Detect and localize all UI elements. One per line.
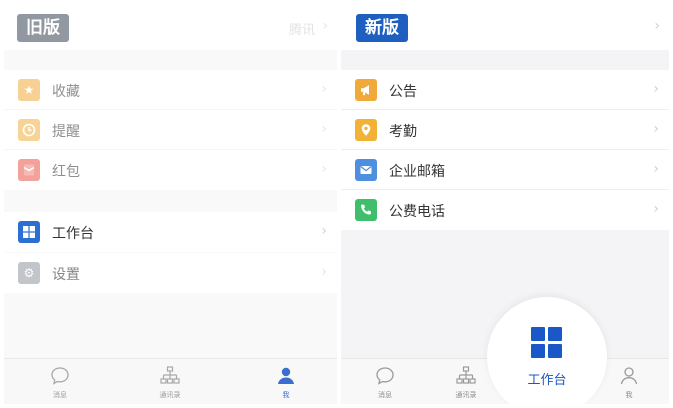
menu-item-red-packet[interactable]: 红包 › <box>4 150 337 190</box>
grid-icon <box>18 221 40 243</box>
phone-icon <box>355 199 377 221</box>
menu-item-favorites[interactable]: ★ 收藏 › <box>4 70 337 110</box>
tab-me[interactable]: 我 <box>256 365 316 400</box>
new-version-badge: 新版 <box>356 14 408 42</box>
old-menu-group-2: 工作台 › <box>4 212 337 252</box>
chevron-right-icon: › <box>653 201 659 217</box>
clock-icon <box>18 119 40 141</box>
location-pin-icon <box>355 119 377 141</box>
old-version-badge: 旧版 <box>17 14 69 42</box>
chevron-right-icon: › <box>321 264 327 280</box>
comparison-frame: 旧版 腾讯 › ★ 收藏 › 提醒 › 红包 › 工作台 › ⚙ 设置 › 消息… <box>0 0 673 408</box>
chat-bubble-icon <box>51 367 69 385</box>
header-right-text: 腾讯 <box>288 23 315 38</box>
old-version-panel: 旧版 腾讯 › ★ 收藏 › 提醒 › 红包 › 工作台 › ⚙ 设置 › 消息… <box>4 4 337 404</box>
old-menu-group-3: ⚙ 设置 › <box>4 253 337 293</box>
mail-icon <box>355 159 377 181</box>
tab-me[interactable]: 我 <box>599 365 659 400</box>
menu-item-announcement[interactable]: 公告 › <box>341 70 669 110</box>
chevron-right-icon: › <box>321 81 327 97</box>
megaphone-icon <box>355 79 377 101</box>
workbench-label: 工作台 <box>527 373 567 388</box>
menu-item-label: 考勤 <box>389 124 417 140</box>
chevron-right-icon: › <box>653 121 659 137</box>
tab-label: 消息 <box>53 391 67 399</box>
old-header[interactable]: 旧版 腾讯 › <box>4 4 337 50</box>
menu-item-label: 收藏 <box>52 84 80 100</box>
menu-item-reminder[interactable]: 提醒 › <box>4 110 337 150</box>
workbench-center-button[interactable]: 工作台 <box>487 297 607 404</box>
menu-item-label: 公费电话 <box>389 204 445 220</box>
star-icon: ★ <box>18 79 40 101</box>
chevron-right-icon: › <box>321 121 327 137</box>
old-menu-group-1: ★ 收藏 › 提醒 › 红包 › <box>4 70 337 190</box>
tab-messages[interactable]: 消息 <box>30 365 90 400</box>
dim-overlay <box>4 4 337 404</box>
chevron-right-icon: › <box>653 161 659 177</box>
old-tab-bar: 消息 通讯录 我 <box>4 358 337 404</box>
menu-item-settings[interactable]: ⚙ 设置 › <box>4 253 337 293</box>
grid-icon <box>531 327 563 359</box>
menu-item-public-phone[interactable]: 公费电话 › <box>341 190 669 230</box>
menu-item-workbench[interactable]: 工作台 › <box>4 212 337 252</box>
chevron-right-icon: › <box>321 223 327 239</box>
tab-label: 通讯录 <box>455 391 477 399</box>
tab-contacts[interactable]: 通讯录 <box>140 365 200 400</box>
chevron-right-icon: › <box>322 18 328 34</box>
menu-item-label: 提醒 <box>52 124 80 140</box>
tab-label: 消息 <box>378 391 392 399</box>
person-icon <box>620 367 638 385</box>
new-version-panel: 新版 › 公告 › 考勤 › 企业邮箱 › 公费电话 › 消息 通讯录 我 工作… <box>341 4 669 404</box>
tab-label: 通讯录 <box>159 391 181 399</box>
org-chart-icon <box>160 366 180 384</box>
new-menu-group-1: 公告 › 考勤 › 企业邮箱 › 公费电话 › <box>341 70 669 230</box>
menu-item-attendance[interactable]: 考勤 › <box>341 110 669 150</box>
menu-item-label: 公告 <box>389 84 417 100</box>
menu-item-label: 工作台 <box>52 226 94 242</box>
chat-bubble-icon <box>376 367 394 385</box>
tab-label: 我 <box>282 391 290 399</box>
gear-icon: ⚙ <box>18 262 40 284</box>
person-icon <box>278 367 294 384</box>
chevron-right-icon: › <box>653 81 659 97</box>
org-chart-icon <box>456 366 476 384</box>
tab-messages[interactable]: 消息 <box>355 365 415 400</box>
tab-label: 我 <box>625 391 633 399</box>
menu-item-label: 设置 <box>52 267 80 283</box>
envelope-icon <box>18 159 40 181</box>
menu-item-label: 红包 <box>52 164 80 180</box>
menu-item-enterprise-mail[interactable]: 企业邮箱 › <box>341 150 669 190</box>
chevron-right-icon: › <box>321 161 327 177</box>
menu-item-label: 企业邮箱 <box>389 164 445 180</box>
chevron-right-icon: › <box>654 18 660 34</box>
new-header[interactable]: 新版 › <box>341 4 669 50</box>
